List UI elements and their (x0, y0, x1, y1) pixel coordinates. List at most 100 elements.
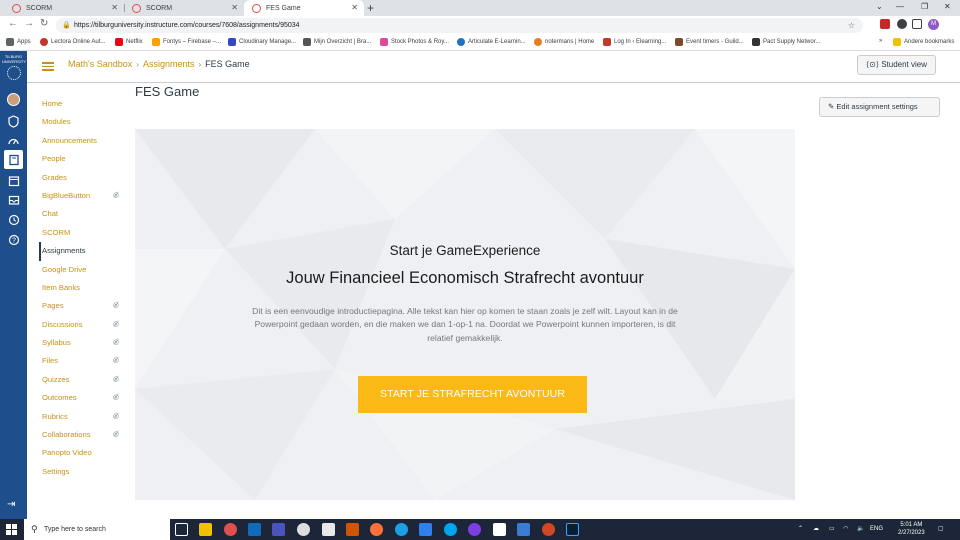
new-tab-button[interactable]: + (367, 0, 374, 16)
side-panel-icon[interactable] (912, 19, 922, 29)
course-nav-home[interactable]: Home (39, 95, 119, 113)
collapse-nav-icon[interactable]: ⇥ (7, 499, 15, 510)
bookmark-item[interactable]: Lectora Online Aut... (40, 38, 105, 46)
university-logo[interactable]: TILBURG UNIVERSITY (2, 54, 26, 80)
edge-icon[interactable] (395, 523, 408, 536)
history-clock-icon[interactable] (6, 212, 21, 227)
notifications-icon[interactable]: ▢ (938, 519, 944, 540)
app-icon[interactable] (444, 523, 457, 536)
photoshop-icon[interactable] (566, 523, 579, 536)
app-icon[interactable] (517, 523, 530, 536)
bookmark-star-icon[interactable]: ☆ (848, 18, 855, 33)
course-nav-item-banks[interactable]: Item Banks (39, 279, 119, 297)
chrome-icon[interactable] (224, 523, 237, 536)
outlook-icon[interactable] (248, 523, 261, 536)
bookmark-item[interactable]: notermans | Home (534, 38, 594, 46)
start-adventure-button[interactable]: START JE STRAFRECHT AVONTUUR (358, 376, 587, 413)
bookmark-item[interactable]: Log In ‹ Elearning... (603, 38, 666, 46)
course-nav-google-drive[interactable]: Google Drive (39, 261, 119, 279)
close-tab-icon[interactable]: ✕ (231, 3, 238, 12)
extensions-puzzle-icon[interactable] (897, 19, 907, 29)
windows-start-icon[interactable] (6, 524, 17, 535)
bookmark-folder[interactable]: Andere bookmarks (893, 38, 954, 46)
bookmark-item[interactable]: Event timers - Guild... (675, 38, 744, 46)
app-icon[interactable] (468, 523, 481, 536)
course-nav-settings[interactable]: Settings (39, 463, 119, 481)
pdf-extension-icon[interactable] (880, 19, 890, 29)
course-nav-chat[interactable]: Chat (39, 205, 119, 223)
app-icon[interactable] (346, 523, 359, 536)
search-icon: ⚲ (31, 524, 38, 534)
close-tab-icon[interactable]: ✕ (351, 3, 358, 12)
powerpoint-icon[interactable] (542, 523, 555, 536)
course-nav-files[interactable]: Files ◎̸ (39, 352, 119, 370)
dashboard-gauge-icon[interactable] (6, 134, 21, 149)
course-nav-syllabus[interactable]: Syllabus ◎̸ (39, 334, 119, 352)
breadcrumb-course[interactable]: Math's Sandbox (68, 59, 132, 69)
student-view-button[interactable]: ⟨⊙⟩ Student view (857, 55, 936, 75)
restore-icon[interactable]: ❐ (921, 0, 928, 14)
course-nav-modules[interactable]: Modules (39, 113, 119, 131)
bookmark-item[interactable]: Articulate E-Learnin... (457, 38, 526, 46)
course-nav-outcomes[interactable]: Outcomes ◎̸ (39, 389, 119, 407)
app-icon[interactable] (419, 523, 432, 536)
browser-tab[interactable]: SCORM ✕ (124, 0, 244, 16)
hamburger-menu-icon[interactable] (42, 62, 54, 71)
taskbar-search-input[interactable]: ⚲ Type here to search (24, 519, 170, 540)
course-nav-panopto-video[interactable]: Panopto Video (39, 444, 119, 462)
file-explorer-icon[interactable] (199, 523, 212, 536)
network-icon[interactable]: ▭ (829, 519, 835, 540)
bookmark-item[interactable]: Apps (6, 38, 31, 46)
course-nav-quizzes[interactable]: Quizzes ◎̸ (39, 371, 119, 389)
address-bar[interactable]: 🔒 https://tilburguniversity.instructure.… (56, 18, 863, 33)
profile-avatar[interactable]: M (928, 19, 939, 30)
bookmark-item[interactable]: Cloudinary Manage... (228, 38, 296, 46)
tray-app-icon[interactable]: ☁ (813, 519, 819, 540)
bookmark-item[interactable]: Netflix (115, 38, 143, 46)
system-clock[interactable]: 5:01 AM 2/27/2023 (898, 521, 925, 537)
hidden-eye-icon: ◎̸ (112, 375, 119, 383)
course-nav-collaborations[interactable]: Collaborations ◎̸ (39, 426, 119, 444)
bookmark-item[interactable]: Pact Supply Networ... (752, 38, 820, 46)
bookmark-item[interactable]: Stock Photos & Roy... (380, 38, 449, 46)
app-icon[interactable] (297, 523, 310, 536)
volume-icon[interactable]: 🔈 (857, 519, 864, 540)
minimize-icon[interactable]: — (896, 0, 904, 14)
admin-shield-icon[interactable] (6, 114, 21, 129)
courses-book-icon[interactable] (4, 150, 23, 169)
course-nav-discussions[interactable]: Discussions ◎̸ (39, 316, 119, 334)
course-nav-pages[interactable]: Pages ◎̸ (39, 297, 119, 315)
teams-icon[interactable] (272, 523, 285, 536)
app-icon[interactable] (322, 523, 335, 536)
tab-search-icon[interactable]: ⌄ (876, 0, 883, 14)
app-icon[interactable] (493, 523, 506, 536)
course-nav-bigbluebutton[interactable]: BigBlueButton ◎̸ (39, 187, 119, 205)
task-view-icon[interactable] (175, 523, 188, 536)
close-window-icon[interactable]: ✕ (944, 0, 951, 14)
help-question-icon[interactable]: ? (6, 232, 21, 247)
reload-icon[interactable]: ↻ (40, 18, 48, 29)
account-avatar[interactable] (7, 93, 20, 106)
back-arrow-icon[interactable]: ← (8, 18, 18, 29)
forward-arrow-icon[interactable]: → (24, 18, 34, 29)
browser-tab-active[interactable]: FES Game ✕ (244, 0, 364, 16)
bookmark-item[interactable]: Fontys – Firebase –... (152, 38, 221, 46)
calendar-icon[interactable] (6, 173, 21, 188)
language-indicator[interactable]: ENG (870, 519, 883, 540)
tray-chevron-icon[interactable]: ⌃ (798, 519, 803, 540)
course-nav-people[interactable]: People (39, 150, 119, 168)
inbox-icon[interactable] (6, 192, 21, 207)
breadcrumb-assignments[interactable]: Assignments (143, 59, 195, 69)
course-nav-rubrics[interactable]: Rubrics ◎̸ (39, 408, 119, 426)
course-nav-scorm[interactable]: SCORM (39, 224, 119, 242)
course-nav-announcements[interactable]: Announcements (39, 132, 119, 150)
wifi-icon[interactable]: ◠ (843, 519, 848, 540)
edit-assignment-settings-button[interactable]: ✎ Edit assignment settings (819, 97, 940, 117)
chevron-right-icon[interactable]: » (879, 38, 882, 44)
close-tab-icon[interactable]: ✕ (111, 3, 118, 12)
bookmark-item[interactable]: Mijn Overzicht | Bra... (303, 38, 371, 46)
browser-tab[interactable]: SCORM ✕ (4, 0, 124, 16)
course-nav-assignments[interactable]: Assignments (39, 242, 119, 261)
course-nav-grades[interactable]: Grades (39, 169, 119, 187)
firefox-icon[interactable] (370, 523, 383, 536)
